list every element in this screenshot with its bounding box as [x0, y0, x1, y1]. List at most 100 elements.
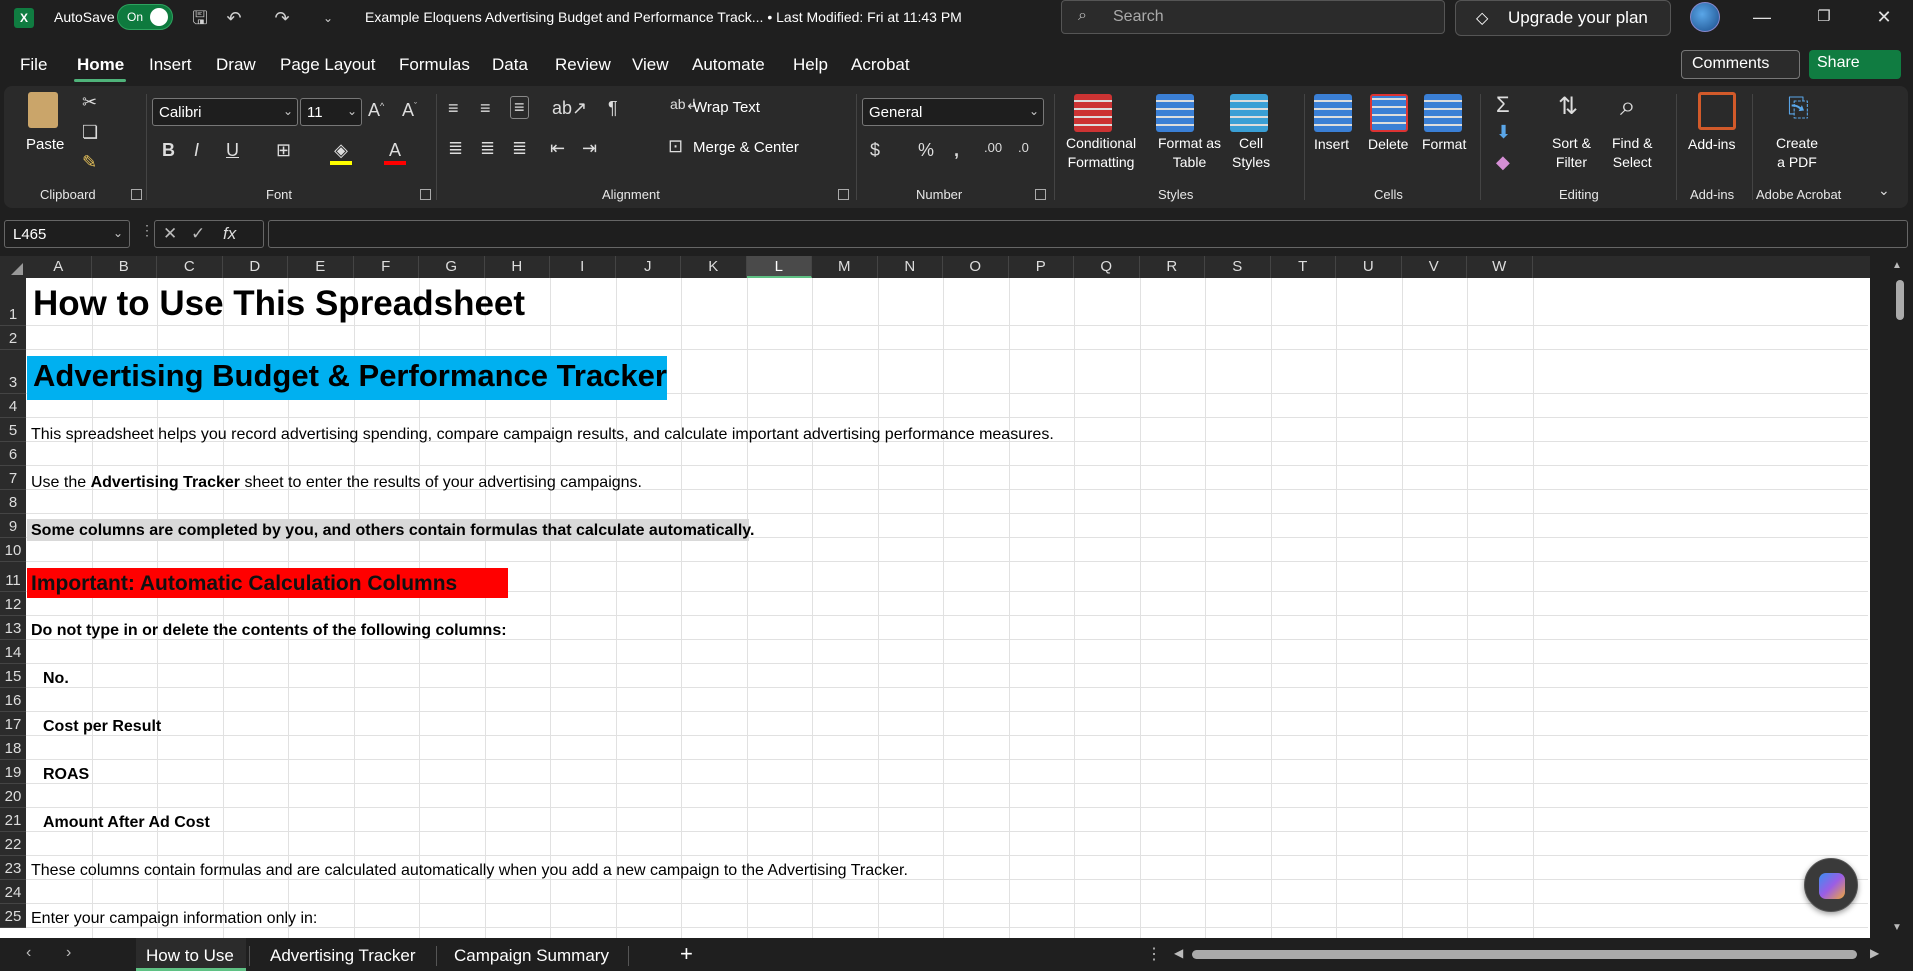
- tab-how-to-use[interactable]: How to Use: [136, 938, 246, 971]
- alignment-launcher-icon[interactable]: [838, 189, 849, 200]
- row-header-22[interactable]: 22: [0, 832, 26, 856]
- column-header-s[interactable]: S: [1205, 256, 1271, 278]
- enter-icon[interactable]: ✓: [191, 224, 205, 244]
- paste-label[interactable]: Paste: [26, 136, 64, 153]
- menu-draw[interactable]: Draw: [216, 55, 256, 75]
- find-select-button[interactable]: Find & Select: [1612, 134, 1652, 172]
- find-select-icon[interactable]: ⌕: [1620, 90, 1636, 123]
- scroll-up-icon[interactable]: ▲: [1892, 260, 1902, 271]
- align-left-icon[interactable]: ≣: [448, 138, 463, 159]
- align-right-icon[interactable]: ≣: [512, 138, 527, 159]
- format-painter-icon[interactable]: ✎: [82, 152, 97, 173]
- copy-icon[interactable]: ❏: [82, 122, 98, 143]
- row-header-24[interactable]: 24: [0, 880, 26, 904]
- column-header-e[interactable]: E: [288, 256, 354, 278]
- number-launcher-icon[interactable]: [1035, 189, 1046, 200]
- row-header-13[interactable]: 13: [0, 616, 26, 640]
- cancel-icon[interactable]: ✕: [163, 224, 177, 244]
- cell-a1[interactable]: How to Use This Spreadsheet: [33, 284, 525, 324]
- horizontal-scrollbar[interactable]: ◀ ▶: [1170, 946, 1885, 964]
- column-header-w[interactable]: W: [1467, 256, 1533, 278]
- cell-a21[interactable]: Amount After Ad Cost: [43, 814, 210, 832]
- select-all-button[interactable]: [0, 256, 26, 278]
- menu-view[interactable]: View: [632, 55, 669, 75]
- delete-button[interactable]: Delete: [1368, 136, 1408, 152]
- name-box[interactable]: L465 ⌄: [4, 220, 130, 248]
- cell-a13[interactable]: Do not type in or delete the contents of…: [31, 622, 507, 640]
- cell-a5[interactable]: This spreadsheet helps you record advert…: [31, 426, 1054, 444]
- collapse-ribbon-icon[interactable]: ⌄: [1878, 182, 1890, 199]
- increase-font-icon[interactable]: A^: [368, 100, 384, 121]
- column-header-m[interactable]: M: [812, 256, 878, 278]
- column-header-i[interactable]: I: [550, 256, 616, 278]
- format-button[interactable]: Format: [1422, 136, 1466, 152]
- undo-icon[interactable]: ↶: [222, 6, 246, 30]
- column-header-l[interactable]: L: [746, 256, 812, 278]
- font-launcher-icon[interactable]: [420, 189, 431, 200]
- menu-acrobat[interactable]: Acrobat: [851, 55, 910, 75]
- row-header-1[interactable]: 1: [0, 278, 26, 326]
- copilot-button[interactable]: [1804, 858, 1858, 912]
- formula-input[interactable]: [268, 220, 1908, 248]
- add-sheet-icon[interactable]: +: [680, 938, 693, 971]
- cell-a25[interactable]: Enter your campaign information only in:: [31, 910, 317, 928]
- column-header-h[interactable]: H: [485, 256, 550, 278]
- column-header-j[interactable]: J: [616, 256, 681, 278]
- column-header-t[interactable]: T: [1271, 256, 1336, 278]
- clipboard-launcher-icon[interactable]: [131, 189, 142, 200]
- tab-advertising-tracker[interactable]: Advertising Tracker: [262, 938, 416, 971]
- scroll-right-icon[interactable]: ▶: [1870, 946, 1879, 960]
- cell-styles-icon[interactable]: [1230, 94, 1268, 132]
- merge-center-button[interactable]: Merge & Center: [693, 139, 799, 156]
- align-top-icon[interactable]: ≡: [448, 98, 459, 119]
- menu-help[interactable]: Help: [793, 55, 828, 75]
- upgrade-plan-button[interactable]: ◇ Upgrade your plan: [1455, 0, 1671, 36]
- column-header-r[interactable]: R: [1140, 256, 1205, 278]
- row-header-15[interactable]: 15: [0, 664, 26, 688]
- font-size-select[interactable]: 11 ⌄: [300, 98, 362, 126]
- paste-icon[interactable]: [28, 92, 58, 128]
- search-input[interactable]: ⌕ Search: [1061, 0, 1445, 34]
- spreadsheet-grid[interactable]: ABCDEFGHIJKLMNOPQRSTUVW 1 2 3 4 5 6 7 8 9 10 11 12 1…: [0, 256, 1913, 938]
- close-icon[interactable]: ✕: [1864, 4, 1904, 30]
- create-pdf-icon[interactable]: ⎘: [1788, 92, 1809, 124]
- insert-button[interactable]: Insert: [1314, 136, 1349, 152]
- vertical-scrollbar[interactable]: ▲ ▼: [1870, 256, 1913, 938]
- font-name-select[interactable]: Calibri ⌄: [152, 98, 298, 126]
- insert-function-icon[interactable]: fx: [223, 224, 236, 244]
- row-header-20[interactable]: 20: [0, 784, 26, 808]
- conditional-formatting-icon[interactable]: [1074, 94, 1112, 132]
- column-header-n[interactable]: N: [878, 256, 943, 278]
- font-color-icon[interactable]: A: [384, 140, 406, 165]
- prev-sheet-icon[interactable]: ‹: [26, 944, 31, 962]
- row-header-4[interactable]: 4: [0, 394, 26, 418]
- cell-a7[interactable]: Use the Advertising Tracker sheet to ent…: [31, 474, 642, 492]
- decrease-indent-icon[interactable]: ⇤: [550, 138, 565, 159]
- document-title[interactable]: Example Eloquens Advertising Budget and …: [365, 9, 962, 25]
- tab-options-icon[interactable]: ⋮: [1146, 944, 1162, 964]
- column-header-u[interactable]: U: [1336, 256, 1402, 278]
- text-direction-icon[interactable]: ¶: [608, 98, 618, 119]
- row-header-25[interactable]: 25: [0, 904, 26, 928]
- menu-formulas[interactable]: Formulas: [399, 55, 470, 75]
- insert-cells-icon[interactable]: [1314, 94, 1352, 132]
- row-header-21[interactable]: 21: [0, 808, 26, 832]
- row-header-23[interactable]: 23: [0, 856, 26, 880]
- format-cells-icon[interactable]: [1424, 94, 1462, 132]
- row-header-12[interactable]: 12: [0, 592, 26, 616]
- orientation-icon[interactable]: ab↗: [552, 98, 587, 119]
- redo-icon[interactable]: ↷: [270, 6, 294, 30]
- align-center-icon[interactable]: ≣: [480, 138, 495, 159]
- row-header-17[interactable]: 17: [0, 712, 26, 736]
- wrap-text-button[interactable]: Wrap Text: [693, 99, 760, 116]
- align-bottom-icon[interactable]: ≡: [510, 96, 529, 119]
- currency-icon[interactable]: $: [870, 140, 880, 161]
- column-header-f[interactable]: F: [354, 256, 419, 278]
- sort-filter-icon[interactable]: ⇅: [1558, 92, 1578, 121]
- share-button[interactable]: Share: [1809, 50, 1901, 79]
- borders-icon[interactable]: ⊞: [276, 140, 291, 161]
- row-header-7[interactable]: 7: [0, 466, 26, 490]
- row-header-19[interactable]: 19: [0, 760, 26, 784]
- avatar[interactable]: [1690, 2, 1720, 32]
- autosum-icon[interactable]: Σ: [1496, 92, 1510, 118]
